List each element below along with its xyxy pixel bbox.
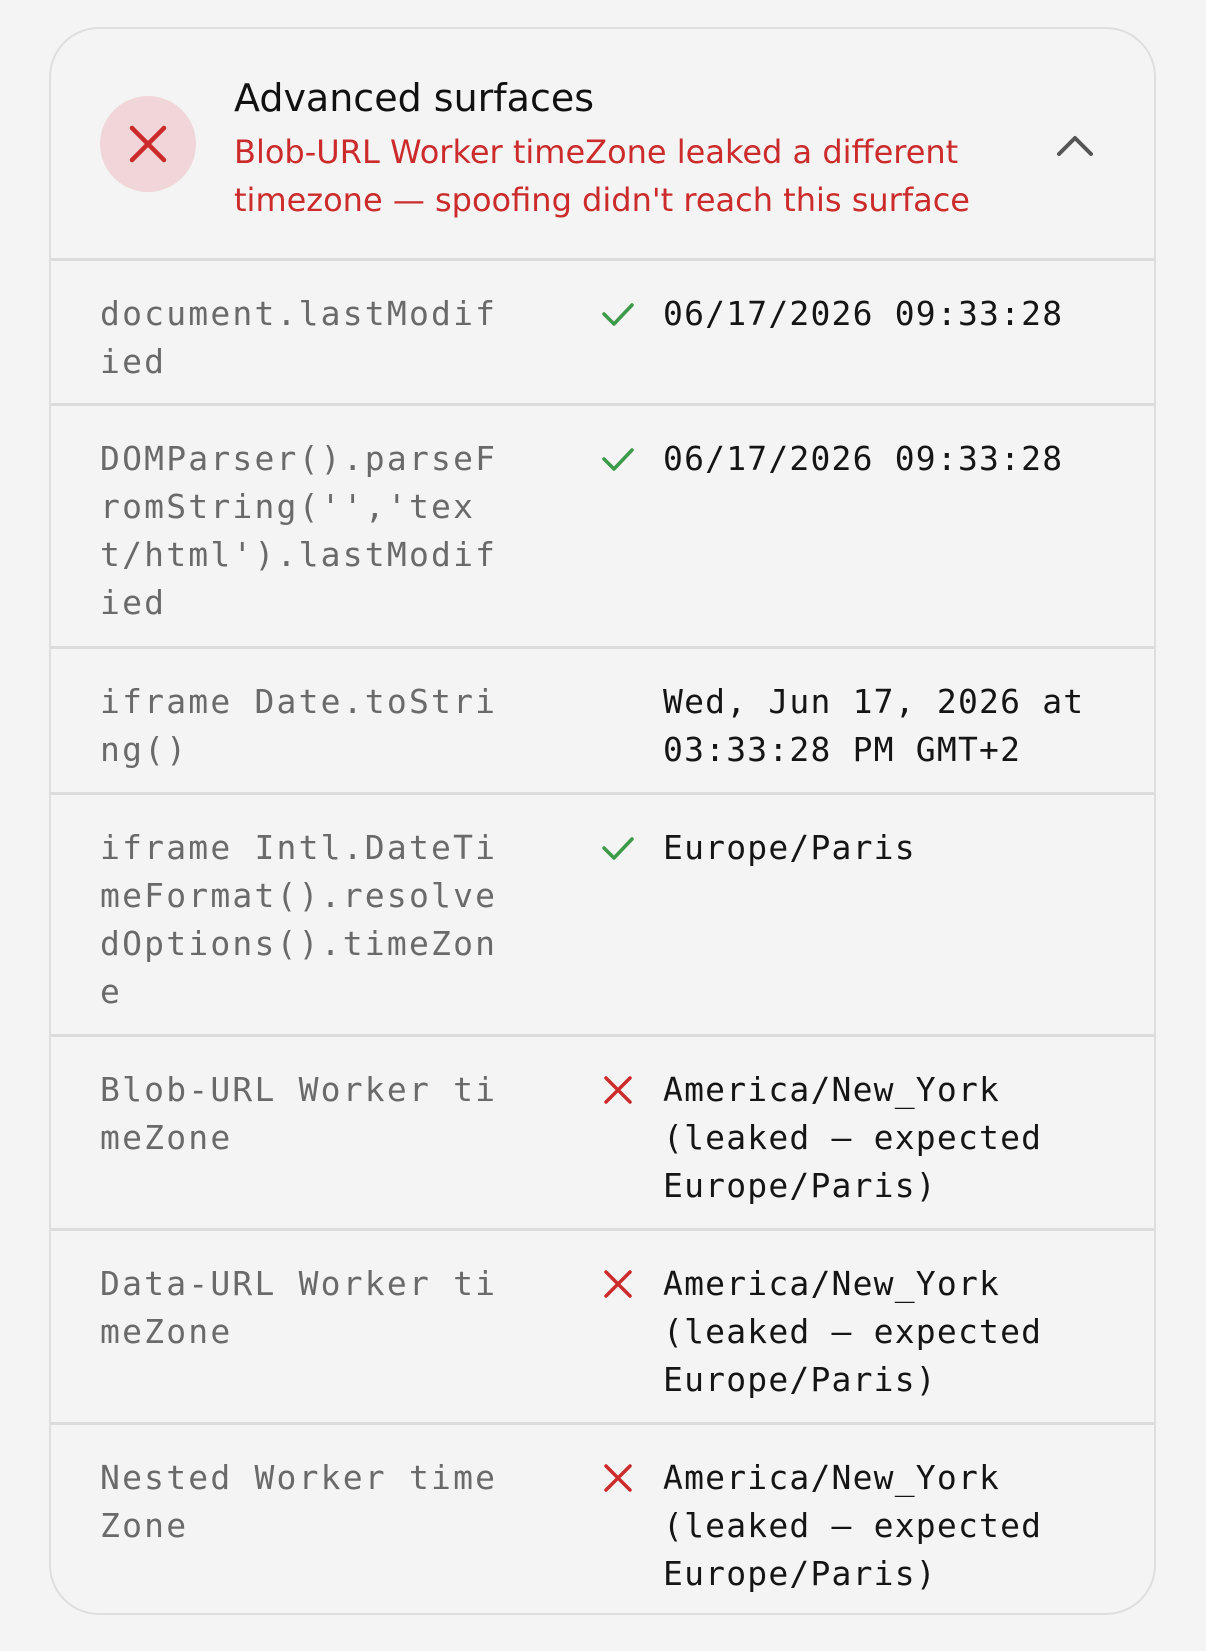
- advanced-surfaces-panel: Advanced surfaces Blob-URL Worker timeZo…: [49, 27, 1156, 1615]
- panel-header[interactable]: Advanced surfaces Blob-URL Worker timeZo…: [51, 29, 1154, 258]
- surface-label: iframe Date.toString(): [100, 682, 498, 769]
- surface-row: iframe Date.toString() Wed, Jun 17, 2026…: [51, 646, 1154, 792]
- surface-row: Blob-URL Worker timeZone America/New_Yor…: [51, 1034, 1154, 1228]
- surface-label: Blob-URL Worker timeZone: [100, 1070, 498, 1157]
- surface-label: iframe Intl.DateTimeFormat().resolvedOpt…: [100, 828, 498, 1011]
- chevron-up-icon[interactable]: [1056, 133, 1094, 157]
- surface-label: Data-URL Worker timeZone: [100, 1264, 498, 1351]
- surface-row: document.lastModified 06/17/2026 09:33:2…: [51, 258, 1154, 403]
- check-icon: [602, 837, 634, 860]
- surface-row: Nested Worker timeZone America/New_York …: [51, 1422, 1154, 1613]
- surface-value: Wed, Jun 17, 2026 at 03:33:28 PM GMT+2: [663, 682, 1085, 769]
- surface-row: iframe Intl.DateTimeFormat().resolvedOpt…: [51, 792, 1154, 1034]
- panel-title: Advanced surfaces: [234, 76, 595, 120]
- close-icon: [604, 1464, 632, 1492]
- close-icon: [604, 1076, 632, 1104]
- close-icon: [129, 125, 167, 163]
- surface-label: Nested Worker timeZone: [100, 1458, 498, 1545]
- panel-status-message: Blob-URL Worker timeZone leaked a differ…: [234, 133, 970, 219]
- status-badge: [100, 96, 196, 192]
- surface-row: DOMParser().parseFromString('','text/htm…: [51, 403, 1154, 646]
- surface-value: America/New_York (leaked — expected Euro…: [663, 1070, 1043, 1205]
- surface-value: America/New_York (leaked — expected Euro…: [663, 1264, 1043, 1399]
- surface-label: document.lastModified: [100, 294, 498, 381]
- surface-value: 06/17/2026 09:33:28: [663, 439, 1064, 478]
- close-icon: [604, 1270, 632, 1298]
- check-icon: [602, 448, 634, 471]
- surface-value: America/New_York (leaked — expected Euro…: [663, 1458, 1043, 1593]
- surface-label: DOMParser().parseFromString('','text/htm…: [100, 439, 498, 622]
- surface-value: 06/17/2026 09:33:28: [663, 294, 1064, 333]
- check-icon: [602, 303, 634, 326]
- surface-row: Data-URL Worker timeZone America/New_Yor…: [51, 1228, 1154, 1422]
- surface-value: Europe/Paris: [663, 828, 916, 867]
